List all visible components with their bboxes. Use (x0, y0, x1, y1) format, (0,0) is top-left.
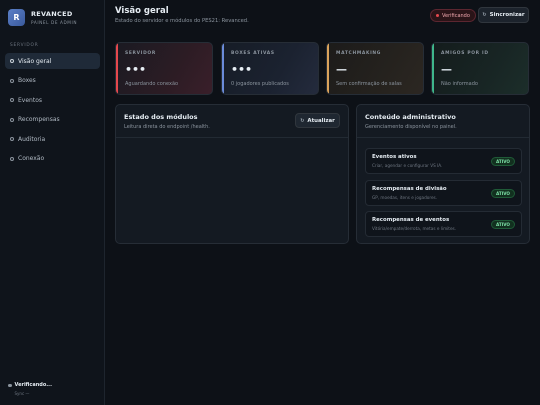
status-badge: ATIVO (490, 220, 515, 229)
sidebar-item-label: Eventos (18, 96, 42, 104)
status-title: Verificando... (14, 382, 52, 388)
stat-label: BOXES ATIVAS (231, 51, 275, 56)
sidebar-item-label: Conexão (18, 155, 45, 162)
refresh-icon: ↻ (300, 117, 305, 124)
connection-status: Verificando... Sync — (8, 382, 52, 396)
stat-value: ••• (125, 63, 147, 76)
status-badge: ATIVO (490, 188, 515, 198)
sync-button-label: Sincronizar (489, 12, 525, 18)
stat-subtitle: Não informado (441, 81, 478, 87)
refresh-icon: ↻ (482, 12, 487, 18)
sidebar-item-recompensas[interactable]: Recompensas (5, 112, 100, 128)
panel-title: Conteúdo administrativo (365, 113, 456, 121)
stat-value: — (336, 63, 347, 76)
sidebar: R REVANCED PAINEL DE ADMIN SERVIDOR Visã… (0, 0, 105, 405)
stat-label: AMIGOS POR ID (441, 51, 489, 56)
sidebar-item-conexao[interactable]: Conexão (5, 151, 100, 167)
sync-button[interactable]: ↻ Sincronizar (478, 7, 529, 23)
stat-card-boxes-ativas: BOXES ATIVAS ••• 0 jogadores publicados (221, 42, 319, 95)
brand-subtitle: PAINEL DE ADMIN (31, 20, 78, 25)
circle-icon (10, 137, 14, 141)
stat-value: — (441, 63, 452, 76)
page-title: Visão geral (115, 6, 169, 16)
admin-item-eventos-ativos[interactable]: Eventos ativos Criar, agendar e configur… (365, 148, 522, 174)
stat-value: ••• (231, 63, 253, 76)
admin-list: Eventos ativos Criar, agendar e configur… (365, 148, 522, 243)
circle-icon (10, 59, 14, 63)
refresh-button[interactable]: ↻ Atualizar (295, 113, 340, 128)
modules-panel: Estado dos módulos Leitura direta do end… (115, 104, 349, 244)
circle-icon (10, 78, 14, 83)
divider (357, 137, 529, 138)
admin-item-recompensas-divisao[interactable]: Recompensas de divisão GP, moedas, itens… (365, 179, 522, 206)
sidebar-item-auditoria[interactable]: Auditoria (5, 131, 100, 147)
sidebar-item-label: Auditoria (18, 135, 46, 143)
sidebar-item-label: Visão geral (18, 57, 52, 65)
status-subtitle: Sync — (14, 391, 30, 396)
circle-icon (10, 98, 14, 102)
panel-title: Estado dos módulos (124, 113, 198, 121)
sidebar-item-label: Boxes (18, 77, 36, 84)
sidebar-item-eventos[interactable]: Eventos (5, 92, 100, 108)
main-content: Visão geral Estado do servidor e módulos… (106, 0, 540, 405)
sidebar-item-visao-geral[interactable]: Visão geral (5, 53, 100, 69)
sidebar-item-boxes[interactable]: Boxes (5, 73, 100, 89)
admin-item-recompensas-eventos[interactable]: Recompensas de eventos Vitória/empate/de… (365, 211, 522, 237)
stat-subtitle: Sem confirmação de salas (336, 81, 402, 87)
stat-card-amigos-por-id: AMIGOS POR ID — Não informado (431, 42, 529, 95)
sidebar-section-label: SERVIDOR (10, 43, 39, 48)
admin-content-panel: Conteúdo administrativo Gerenciamento di… (356, 104, 530, 244)
status-badge: ATIVO (490, 157, 515, 166)
status-badge: Verificando (430, 9, 476, 22)
sidebar-nav: Visão geral Boxes Eventos Recompensas Au… (5, 53, 100, 170)
status-badge-label: Verificando (442, 12, 470, 19)
brand: R REVANCED PAINEL DE ADMIN (8, 9, 77, 26)
brand-name: REVANCED (31, 10, 73, 18)
stat-label: MATCHMAKING (336, 51, 382, 56)
status-dot-icon (8, 383, 12, 387)
sidebar-item-label: Recompensas (18, 116, 60, 123)
stat-card-servidor: SERVIDOR ••• Aguardando conexão (115, 42, 213, 95)
stat-card-matchmaking: MATCHMAKING — Sem confirmação de salas (326, 42, 424, 95)
stat-label: SERVIDOR (125, 51, 156, 56)
page-subtitle: Estado do servidor e módulos do PES21: R… (115, 18, 249, 24)
circle-icon (10, 156, 14, 161)
circle-icon (10, 117, 14, 122)
stat-subtitle: Aguardando conexão (125, 81, 179, 87)
panel-subtitle: Leitura direta do endpoint /health. (124, 124, 210, 130)
stat-subtitle: 0 jogadores publicados (231, 81, 289, 87)
panel-subtitle: Gerenciamento disponível no painel. (365, 124, 457, 130)
status-dot-icon (436, 14, 439, 17)
refresh-button-label: Atualizar (307, 117, 335, 124)
logo: R (8, 9, 25, 26)
divider (116, 137, 348, 138)
